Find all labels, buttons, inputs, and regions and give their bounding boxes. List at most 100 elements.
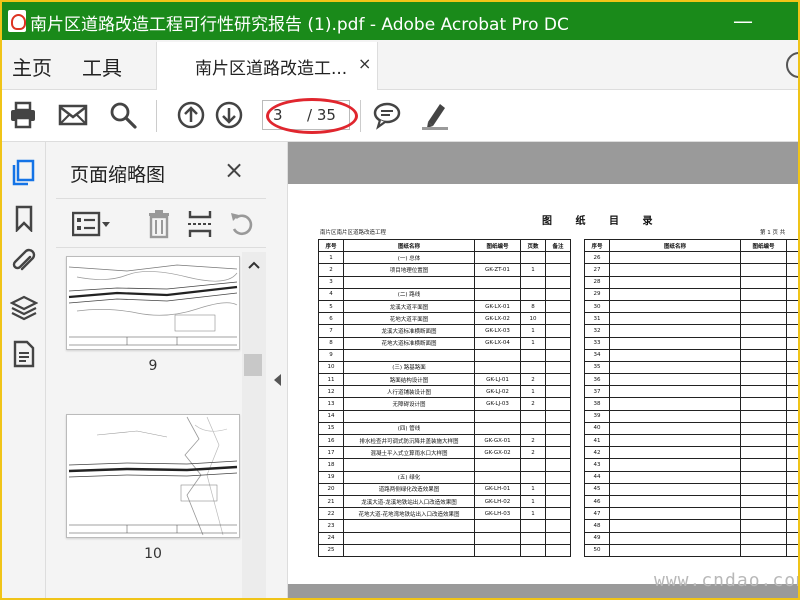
email-icon[interactable]: [58, 100, 88, 130]
account-icon[interactable]: [786, 52, 798, 78]
cell-empty: [609, 287, 741, 301]
table-row: 15 (四) 管线: [318, 421, 571, 436]
cell-empty: [786, 397, 798, 411]
cell-code: [474, 458, 521, 472]
menu-tools[interactable]: 工具: [82, 52, 122, 81]
cell-empty: [609, 397, 741, 411]
main-toolbar: 3 / 35: [2, 90, 798, 142]
cell-no: 31: [584, 312, 610, 326]
collapse-panel-arrow-icon[interactable]: [274, 374, 281, 386]
table-row: 6 花地大道平面图 GK-LX-02 10: [318, 312, 571, 326]
thumbnail-page-9[interactable]: [66, 256, 240, 350]
cell-code: GK-LJ-01: [474, 373, 521, 387]
document-icon[interactable]: [10, 340, 38, 368]
table-row: 34: [584, 348, 798, 362]
cell-pages: [520, 251, 546, 265]
search-icon[interactable]: [108, 100, 138, 130]
cell-remark: [545, 482, 571, 496]
document-tab[interactable]: 南片区道路改造工... ×: [156, 42, 378, 90]
table-row: 7 龙溪大道标准横断面图 GK-LX-03 1: [318, 324, 571, 338]
drawing-catalog-title: 图 纸 目 录: [542, 216, 663, 227]
cell-name: 路面结构设计图: [343, 373, 475, 387]
table-row: 49: [584, 531, 798, 545]
cell-no: 26: [584, 251, 610, 265]
cell-empty: [786, 409, 798, 423]
cell-pages: [520, 287, 546, 301]
thumbnail-scrollbar[interactable]: [242, 252, 266, 598]
cell-no: 21: [318, 494, 344, 509]
cell-remark: [545, 324, 571, 338]
cell-no: 28: [584, 275, 610, 289]
cell-no: 41: [584, 433, 610, 448]
layers-icon[interactable]: [10, 294, 38, 322]
cell-pages: 1: [520, 482, 546, 496]
cell-empty: [740, 397, 787, 411]
menu-home[interactable]: 主页: [12, 52, 52, 81]
cell-name: 排水检查井可调式防沉降井盖装施大样图: [343, 433, 475, 448]
page-up-icon[interactable]: [176, 100, 206, 130]
table-row: 44: [584, 470, 798, 484]
table-row: 11 路面结构设计图 GK-LJ-01 2: [318, 373, 571, 387]
cell-remark: [545, 299, 571, 314]
table-row: 35: [584, 360, 798, 375]
cell-no: 34: [584, 348, 610, 362]
cell-code: [474, 287, 521, 301]
table-row: 21 龙溪大道-龙溪地铁站出入口改造效果图 GK-LH-02 1: [318, 494, 571, 509]
panel-divider[interactable]: [266, 142, 288, 598]
cell-name: 混凝土平入式立算雨水口大样图: [343, 446, 475, 460]
cell-empty: [609, 409, 741, 423]
table-row: 30: [584, 299, 798, 314]
cell-code: GK-LJ-03: [474, 397, 521, 411]
cell-empty: [740, 531, 787, 545]
cell-no: 38: [584, 397, 610, 411]
page-down-icon[interactable]: [214, 100, 244, 130]
cell-empty: [740, 299, 787, 314]
cell-pages: 2: [520, 397, 546, 411]
thumbnail-page-10[interactable]: [66, 414, 240, 538]
cell-no: 12: [318, 385, 344, 399]
table-row: 26: [584, 251, 798, 265]
scrollbar-thumb[interactable]: [244, 354, 262, 376]
table-row: 29: [584, 287, 798, 301]
insert-page-icon[interactable]: [186, 209, 214, 239]
table-row: 20 道路两侧绿化改造效果图 GK-LH-01 1: [318, 482, 571, 496]
cell-pages: [520, 531, 546, 545]
cell-empty: [609, 299, 741, 314]
document-view[interactable]: 图 纸 目 录 南片区南片区道路改造工程 第 1 页 共 序号 图纸名称 图纸编…: [288, 142, 798, 598]
minimize-button[interactable]: —: [728, 6, 758, 36]
cell-no: 50: [584, 543, 610, 557]
table-row: 17 混凝土平入式立算雨水口大样图 GK-GX-02 2: [318, 446, 571, 460]
cell-pages: 2: [520, 446, 546, 460]
cell-pages: 1: [520, 263, 546, 277]
scroll-up-icon[interactable]: [247, 260, 261, 270]
cell-name: 道路两侧绿化改造效果图: [343, 482, 475, 496]
highlight-pen-icon[interactable]: [420, 100, 450, 130]
cell-name: 花地大道标准横断面图: [343, 336, 475, 350]
cell-pages: [520, 275, 546, 289]
cell-no: 36: [584, 373, 610, 387]
table-row: 3: [318, 275, 571, 289]
cell-remark: [545, 433, 571, 448]
cell-empty: [740, 373, 787, 387]
thumbnail-options-icon[interactable]: [72, 211, 112, 237]
cell-code: [474, 360, 521, 375]
table-row: 37: [584, 385, 798, 399]
print-icon[interactable]: [8, 100, 38, 130]
bookmark-icon[interactable]: [10, 204, 38, 232]
table-row: 38: [584, 397, 798, 411]
delete-icon[interactable]: [146, 209, 172, 239]
cell-remark: [545, 458, 571, 472]
cell-empty: [740, 324, 787, 338]
pages-icon[interactable]: [10, 158, 38, 186]
cell-no: 27: [584, 263, 610, 277]
cell-empty: [740, 458, 787, 472]
cell-remark: [545, 519, 571, 533]
cell-empty: [740, 360, 787, 375]
cell-pages: [520, 543, 546, 557]
close-tab-icon[interactable]: ×: [358, 54, 371, 73]
cell-remark: [545, 397, 571, 411]
attachment-icon[interactable]: [10, 248, 38, 276]
close-panel-icon[interactable]: ×: [224, 156, 244, 184]
rotate-icon[interactable]: [228, 209, 256, 239]
comment-icon[interactable]: [372, 100, 402, 130]
